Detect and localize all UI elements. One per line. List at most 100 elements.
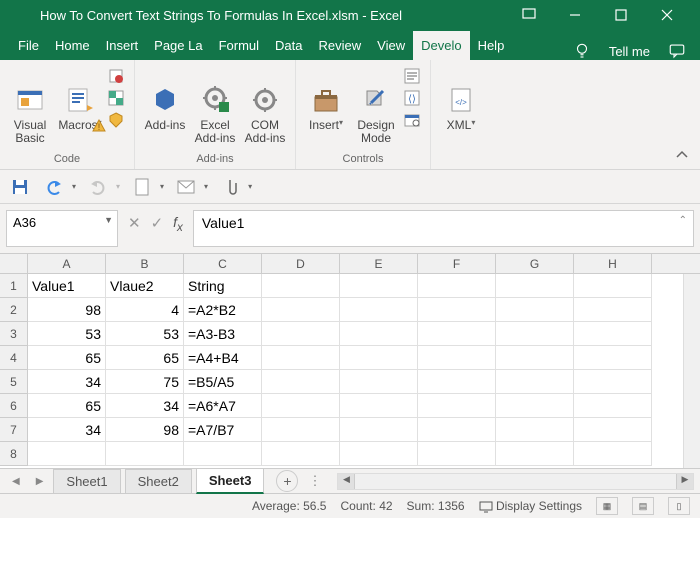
cell[interactable]: 34 — [106, 394, 184, 418]
cell[interactable] — [574, 274, 652, 298]
formula-input[interactable]: Value1 ⌃ — [193, 210, 694, 247]
tab-data[interactable]: Data — [267, 31, 310, 60]
cell[interactable]: 34 — [28, 418, 106, 442]
sheet-nav-prev[interactable]: ◀ — [6, 476, 26, 487]
expand-formula-icon[interactable]: ⌃ — [679, 215, 687, 226]
properties-button[interactable] — [402, 66, 422, 86]
chevron-down-icon[interactable]: ▼ — [104, 215, 113, 225]
cell[interactable] — [340, 298, 418, 322]
cell[interactable] — [106, 442, 184, 466]
com-addins-button[interactable]: COM Add-ins — [241, 64, 289, 151]
row-header[interactable]: 1 — [0, 274, 28, 298]
tab-developer[interactable]: Develo — [413, 31, 469, 60]
sheet-menu-icon[interactable]: ⋮ — [302, 473, 327, 489]
fx-icon[interactable]: fx — [173, 214, 183, 234]
cell[interactable]: =A2*B2 — [184, 298, 262, 322]
use-relative-refs-button[interactable] — [106, 88, 126, 108]
cell[interactable]: Value1 — [28, 274, 106, 298]
cell[interactable] — [340, 274, 418, 298]
new-file-button[interactable] — [130, 175, 154, 199]
tab-formulas[interactable]: Formul — [211, 31, 267, 60]
cell[interactable] — [574, 394, 652, 418]
cell[interactable] — [262, 298, 340, 322]
cell[interactable]: 4 — [106, 298, 184, 322]
cell[interactable] — [418, 418, 496, 442]
cell[interactable] — [496, 346, 574, 370]
worksheet-grid[interactable]: A B C D E F G H 1Value1Vlaue2String2984=… — [0, 254, 700, 468]
add-sheet-button[interactable]: + — [276, 470, 298, 492]
cell[interactable] — [496, 322, 574, 346]
row-header[interactable]: 2 — [0, 298, 28, 322]
sheet-tab[interactable]: Sheet3 — [196, 468, 265, 494]
cell[interactable]: =B5/A5 — [184, 370, 262, 394]
cell[interactable] — [574, 346, 652, 370]
macros-button[interactable]: Macros▾ ! — [56, 64, 104, 151]
maximize-button[interactable] — [598, 0, 644, 30]
cell[interactable] — [418, 370, 496, 394]
row-header[interactable]: 3 — [0, 322, 28, 346]
cell[interactable] — [262, 274, 340, 298]
cancel-formula-icon[interactable]: ✕ — [128, 214, 141, 232]
run-dialog-button[interactable] — [402, 110, 422, 130]
page-break-button[interactable]: ▯ — [668, 497, 690, 515]
cell[interactable]: 65 — [28, 394, 106, 418]
comments-icon[interactable] — [668, 42, 686, 60]
vertical-scrollbar[interactable] — [683, 274, 700, 468]
cell[interactable] — [340, 322, 418, 346]
cell[interactable]: 75 — [106, 370, 184, 394]
cell[interactable] — [418, 442, 496, 466]
sheet-tab[interactable]: Sheet2 — [125, 469, 192, 493]
tellme-label[interactable]: Tell me — [609, 44, 650, 59]
cell[interactable] — [262, 370, 340, 394]
cell[interactable] — [28, 442, 106, 466]
name-box[interactable]: A36 ▼ — [6, 210, 118, 247]
cell[interactable] — [574, 370, 652, 394]
normal-view-button[interactable]: ▦ — [596, 497, 618, 515]
sheet-nav-next[interactable]: ▶ — [30, 476, 50, 487]
cell[interactable] — [574, 418, 652, 442]
col-header[interactable]: A — [28, 254, 106, 273]
col-header[interactable]: C — [184, 254, 262, 273]
cell[interactable]: =A6*A7 — [184, 394, 262, 418]
cell[interactable]: =A4+B4 — [184, 346, 262, 370]
cell[interactable]: 53 — [106, 322, 184, 346]
record-macro-button[interactable] — [106, 66, 126, 86]
undo-button[interactable] — [42, 175, 66, 199]
row-header[interactable]: 7 — [0, 418, 28, 442]
select-all-corner[interactable] — [0, 254, 28, 273]
tab-review[interactable]: Review — [311, 31, 370, 60]
ribbon-display-options[interactable] — [506, 0, 552, 30]
cell[interactable]: 34 — [28, 370, 106, 394]
tab-help[interactable]: Help — [470, 31, 513, 60]
sheet-tab[interactable]: Sheet1 — [53, 469, 120, 493]
collapse-ribbon-icon[interactable] — [674, 147, 690, 163]
addins-button[interactable]: Add-ins — [141, 64, 189, 151]
cell[interactable] — [418, 274, 496, 298]
cell[interactable] — [340, 370, 418, 394]
insert-control-button[interactable]: Insert▾ — [302, 64, 350, 151]
cell[interactable] — [574, 442, 652, 466]
cell[interactable] — [574, 322, 652, 346]
cell[interactable]: String — [184, 274, 262, 298]
col-header[interactable]: H — [574, 254, 652, 273]
cell[interactable] — [496, 274, 574, 298]
lightbulb-icon[interactable] — [573, 42, 591, 60]
cell[interactable] — [418, 322, 496, 346]
minimize-button[interactable] — [552, 0, 598, 30]
design-mode-button[interactable]: Design Mode — [352, 64, 400, 151]
close-button[interactable] — [644, 0, 690, 30]
cell[interactable] — [418, 346, 496, 370]
cell[interactable]: 65 — [106, 346, 184, 370]
view-code-button[interactable]: ⟨⟩ — [402, 88, 422, 108]
row-header[interactable]: 5 — [0, 370, 28, 394]
display-settings-button[interactable]: Display Settings — [479, 499, 582, 513]
cell[interactable] — [418, 394, 496, 418]
enter-formula-icon[interactable]: ✓ — [151, 214, 164, 232]
tab-view[interactable]: View — [369, 31, 413, 60]
cell[interactable] — [496, 442, 574, 466]
cell[interactable] — [340, 442, 418, 466]
cell[interactable]: =A3-B3 — [184, 322, 262, 346]
cell[interactable] — [496, 370, 574, 394]
save-button[interactable] — [8, 175, 32, 199]
cell[interactable] — [418, 298, 496, 322]
